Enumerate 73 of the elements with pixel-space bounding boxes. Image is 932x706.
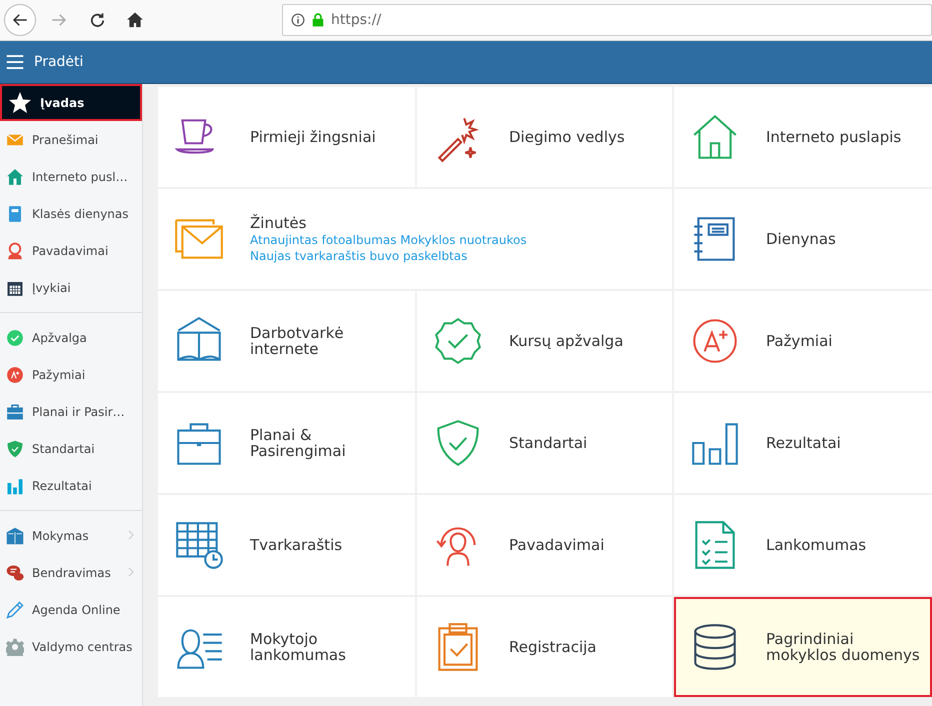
- tile-title: Dienynas: [766, 230, 836, 248]
- tile[interactable]: Lankomumas: [674, 495, 932, 595]
- tile[interactable]: Mokytojo lankomumas: [158, 597, 415, 697]
- chevron-right-icon: [126, 566, 136, 576]
- lock-icon: [311, 13, 325, 27]
- shield-check-icon: [6, 440, 24, 458]
- info-icon: [291, 13, 305, 27]
- tile-title: Lankomumas: [766, 536, 866, 554]
- person-icon: [6, 242, 24, 260]
- menu-button[interactable]: [6, 53, 24, 71]
- sidebar-item[interactable]: Interneto pusl…: [0, 158, 142, 195]
- sidebar-item[interactable]: Pažymiai: [0, 356, 142, 393]
- tile[interactable]: Darbotvarkė internete: [158, 291, 415, 391]
- briefcase-icon: [6, 402, 24, 420]
- tile-title: Pažymiai: [766, 332, 832, 350]
- menu-icon: [6, 53, 24, 71]
- tile-title: Pavadavimai: [509, 536, 604, 554]
- tile-title: Kursų apžvalga: [509, 332, 624, 350]
- tile[interactable]: Tvarkaraštis: [158, 495, 415, 595]
- back-button[interactable]: [4, 4, 36, 36]
- check-circle-icon: [6, 328, 24, 346]
- tile-title: Tvarkaraštis: [250, 536, 342, 554]
- sidebar-item[interactable]: Planai ir Pasir…: [0, 393, 142, 430]
- tile[interactable]: Pagrindiniai mokyklos duomenys: [674, 597, 932, 697]
- house-icon: [6, 168, 24, 186]
- sidebar-item[interactable]: Rezultatai: [0, 467, 142, 504]
- tile-title: Registracija: [509, 638, 596, 656]
- bar-chart-icon: [6, 476, 24, 494]
- star-icon: [8, 90, 32, 114]
- tile[interactable]: Kursų apžvalga: [417, 291, 672, 391]
- address-bar[interactable]: https://: [282, 4, 932, 36]
- reload-icon: [88, 12, 106, 28]
- tile-title: Mokytojo lankomumas: [250, 630, 347, 664]
- sidebar-item[interactable]: Standartai: [0, 430, 142, 467]
- tile[interactable]: Pavadavimai: [417, 495, 672, 595]
- chat-bubbles-icon: [6, 564, 24, 582]
- sidebar-item[interactable]: Apžvalga: [0, 319, 142, 356]
- tile[interactable]: Dienynas: [674, 189, 932, 289]
- sidebar-item[interactable]: Klasės dienynas: [0, 195, 142, 232]
- chevron-right-icon: [126, 530, 136, 540]
- tile-title: Rezultatai: [766, 434, 841, 452]
- tile[interactable]: Rezultatai: [674, 393, 932, 493]
- sidebar-item[interactable]: Mokymas: [0, 517, 142, 554]
- sidebar-item[interactable]: Pavadavimai: [0, 232, 142, 269]
- gear-icon: [6, 638, 24, 656]
- tile[interactable]: Interneto puslapis: [674, 87, 932, 187]
- sidebar-item[interactable]: Įvykiai: [0, 269, 142, 306]
- tile[interactable]: Pirmieji žingsniai: [158, 87, 415, 187]
- tile[interactable]: Standartai: [417, 393, 672, 493]
- tile-title: Interneto puslapis: [766, 128, 902, 146]
- tile[interactable]: Diegimo vedlys: [417, 87, 672, 187]
- home-icon: [126, 11, 144, 29]
- tile[interactable]: Planai & Pasirengimai: [158, 393, 415, 493]
- url-text: https://: [331, 12, 382, 28]
- grade-icon: [6, 366, 24, 384]
- sidebar-item[interactable]: Bendravimas: [0, 554, 142, 591]
- sidebar-item[interactable]: Įvadas: [0, 84, 142, 121]
- tile-title: Pagrindiniai mokyklos duomenys: [766, 630, 921, 664]
- notebook-icon: [6, 204, 24, 222]
- open-book-icon: [6, 526, 24, 544]
- sidebar-item[interactable]: Pranešimai: [0, 121, 142, 158]
- tile[interactable]: Registracija: [417, 597, 672, 697]
- tile-title: Žinutės: [250, 214, 308, 232]
- tile-title: Pirmieji žingsniai: [250, 128, 376, 146]
- sidebar-item[interactable]: Valdymo centras: [0, 628, 142, 665]
- sidebar-item[interactable]: Agenda Online: [0, 591, 142, 628]
- pen-icon: [6, 600, 24, 618]
- tile-title: Darbotvarkė internete: [250, 324, 345, 358]
- tile[interactable]: Pažymiai: [674, 291, 932, 391]
- tile-title: Planai & Pasirengimai: [250, 426, 347, 460]
- tile-title: Diegimo vedlys: [509, 128, 625, 146]
- header-title: Pradėti: [34, 54, 84, 70]
- tile-title: Standartai: [509, 434, 588, 452]
